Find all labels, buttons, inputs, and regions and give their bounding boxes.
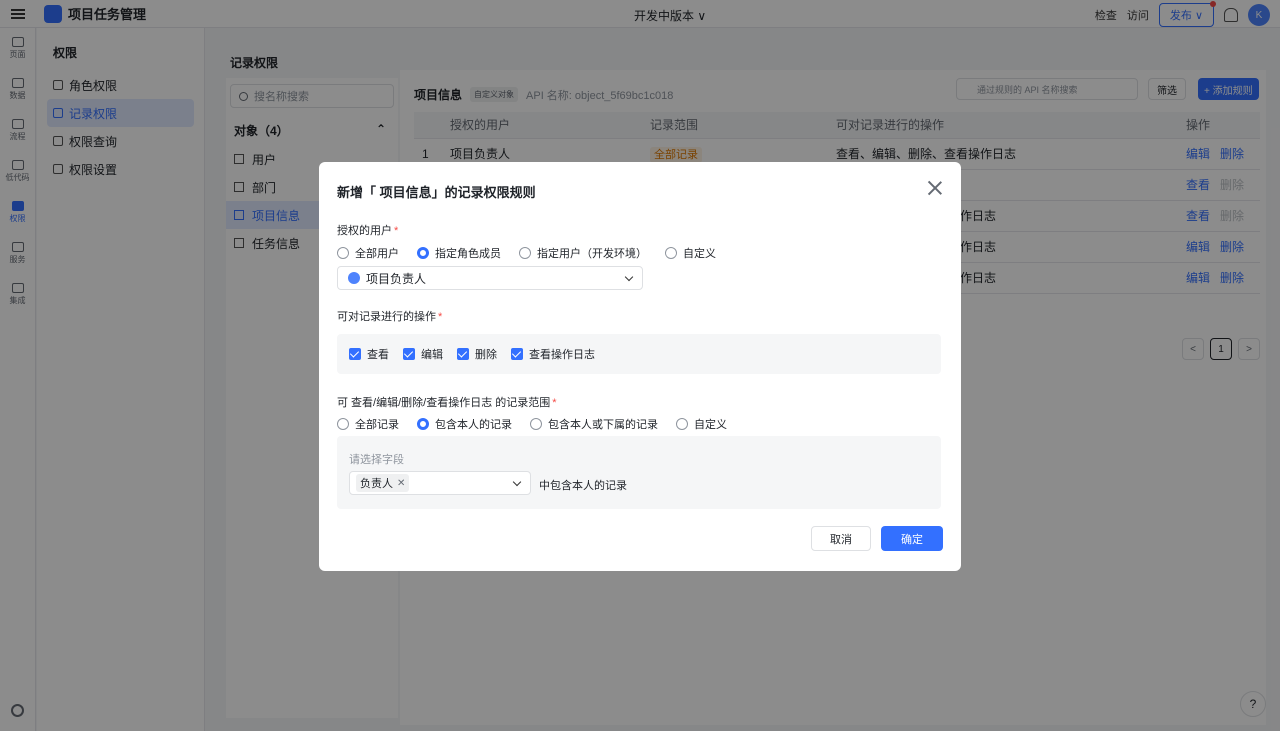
radio-role-members[interactable]: 指定角色成员: [417, 245, 501, 261]
field-tag: 负责人 ✕: [356, 474, 410, 492]
dialog-title: 新增「 项目信息」的记录权限规则: [337, 185, 536, 200]
confirm-button[interactable]: 确定: [881, 526, 943, 551]
checkbox-edit[interactable]: 编辑: [403, 346, 443, 362]
field-suffix: 中包含本人的记录: [539, 480, 627, 492]
close-icon[interactable]: [927, 180, 943, 196]
field-label: 请选择字段: [349, 454, 404, 466]
range-label: 可 查看/编辑/删除/查看操作日志 的记录范围 *: [337, 397, 557, 409]
users-radio-group: 全部用户 指定角色成员 指定用户（开发环境） 自定义: [337, 245, 734, 261]
radio-all-records[interactable]: 全部记录: [337, 416, 399, 432]
radio-own-records[interactable]: 包含本人的记录: [417, 416, 512, 432]
confirm-button-highlight: 确定: [876, 521, 949, 557]
checkbox-delete[interactable]: 删除: [457, 346, 497, 362]
chevron-down-icon: [624, 272, 634, 282]
radio-own-or-subordinate[interactable]: 包含本人或下属的记录: [530, 416, 658, 432]
role-icon: [348, 272, 360, 284]
radio-custom-range[interactable]: 自定义: [676, 416, 727, 432]
chevron-down-icon: [512, 477, 522, 487]
role-select[interactable]: 项目负责人: [337, 266, 643, 290]
ops-checkbox-group: 查看 编辑 删除 查看操作日志: [337, 334, 941, 374]
users-label: 授权的用户 *: [337, 225, 399, 237]
radio-specific-users[interactable]: 指定用户（开发环境）: [519, 245, 647, 261]
range-radio-group: 全部记录 包含本人的记录 包含本人或下属的记录 自定义: [337, 416, 745, 432]
field-select[interactable]: 负责人 ✕: [349, 471, 531, 495]
radio-custom-users[interactable]: 自定义: [665, 245, 716, 261]
cancel-button[interactable]: 取消: [811, 526, 871, 551]
ops-label: 可对记录进行的操作 *: [337, 311, 443, 323]
checkbox-view[interactable]: 查看: [349, 346, 389, 362]
checkbox-view-log[interactable]: 查看操作日志: [511, 346, 595, 362]
radio-all-users[interactable]: 全部用户: [337, 245, 399, 261]
remove-tag-icon[interactable]: ✕: [397, 478, 405, 489]
add-record-rule-dialog: 新增「 项目信息」的记录权限规则 授权的用户 * 全部用户 指定角色成员 指定用户…: [319, 162, 961, 571]
range-config-box: 请选择字段 负责人 ✕ 中包含本人的记录: [337, 436, 941, 509]
